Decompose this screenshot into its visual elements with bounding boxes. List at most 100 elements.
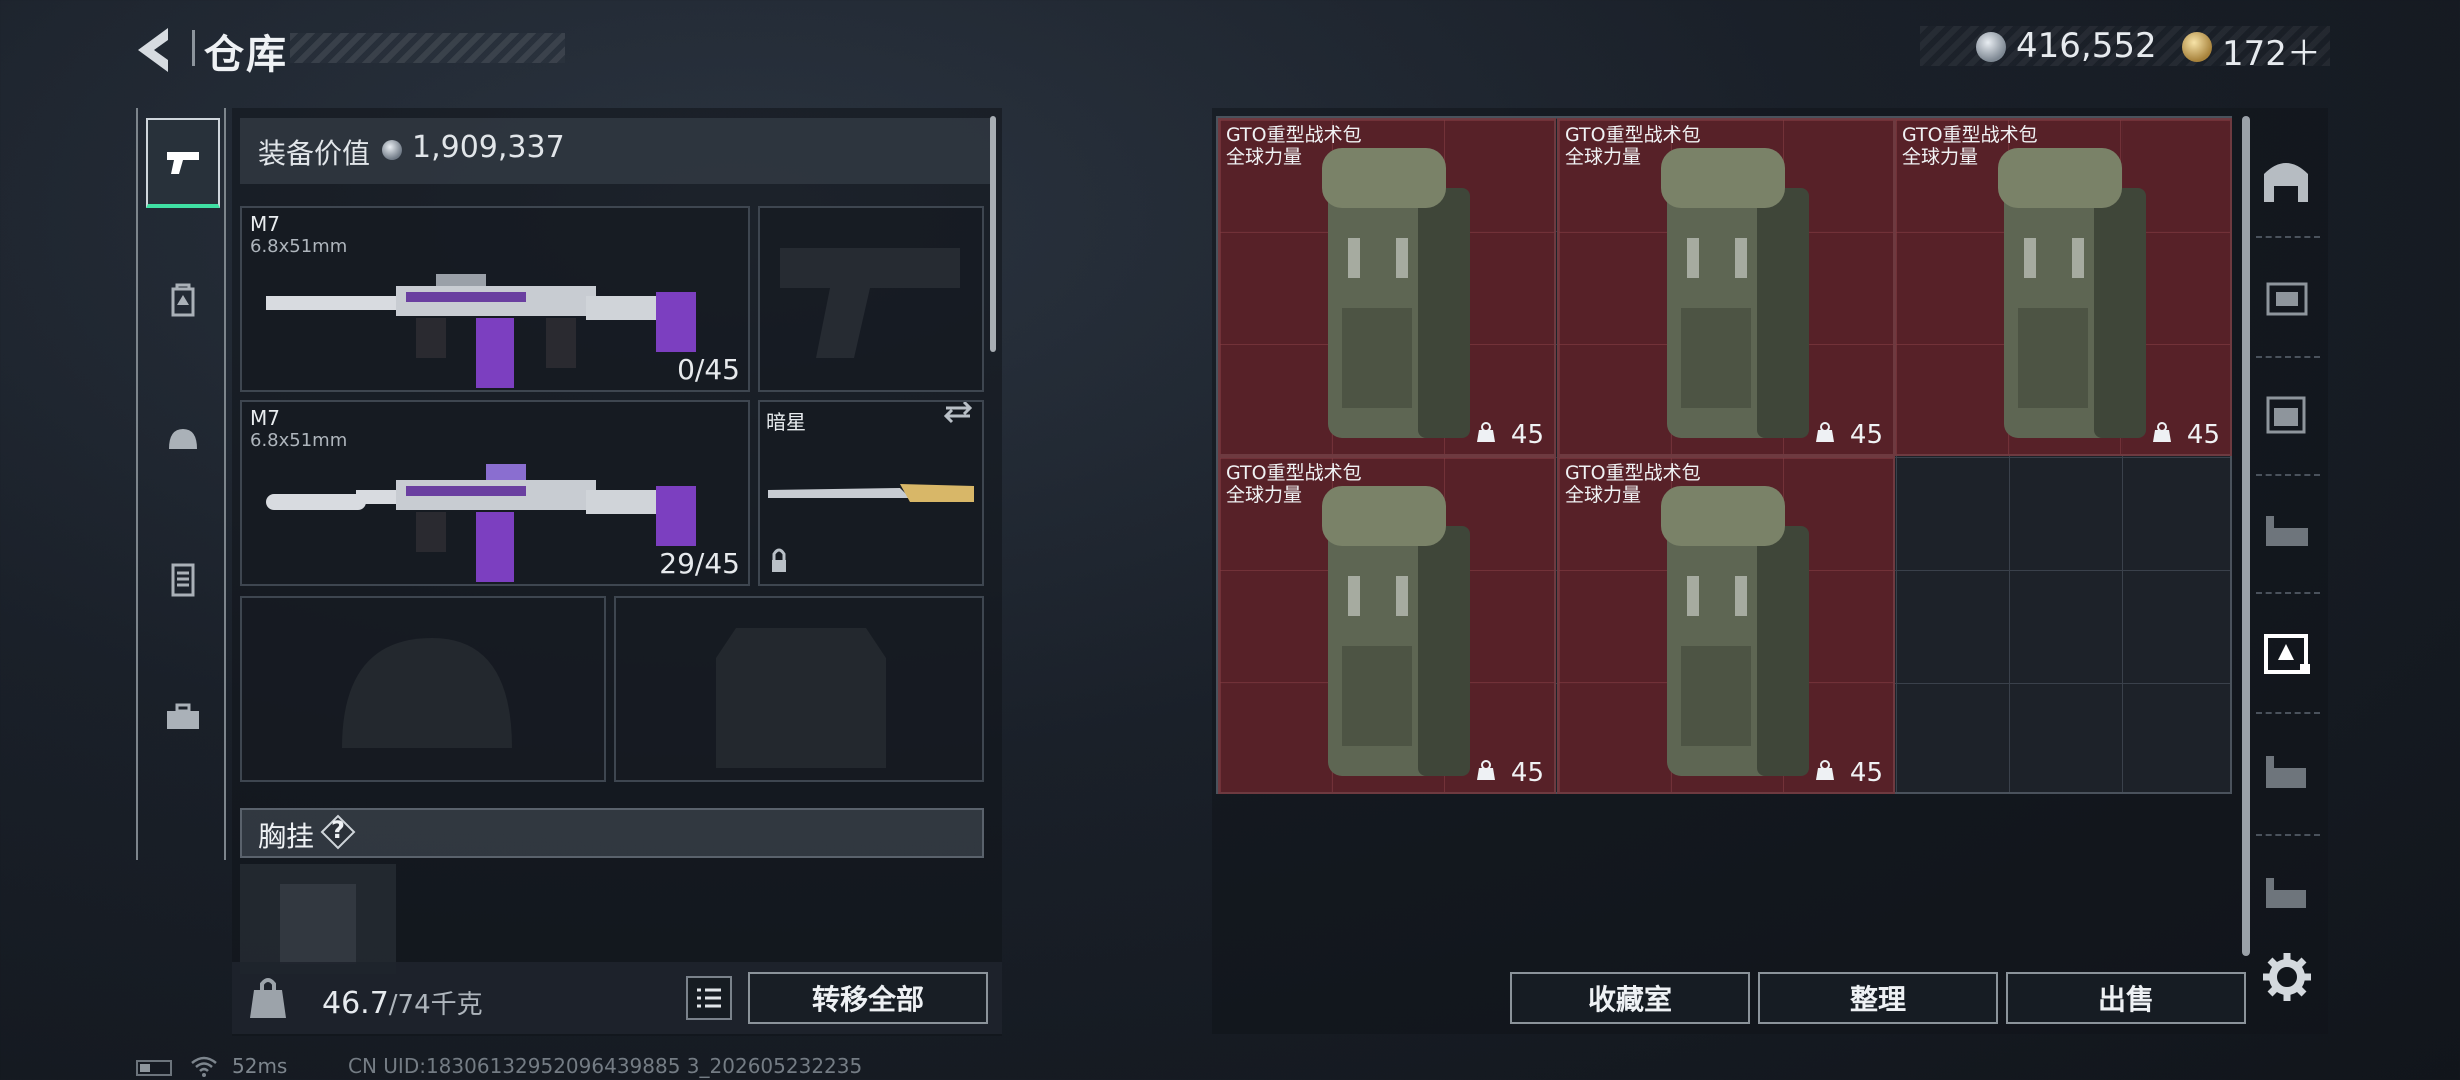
back-arrow-icon [138, 28, 168, 72]
storage-scrollbar[interactable] [2242, 116, 2250, 956]
weight-current: 46.7 [322, 986, 389, 1021]
weight-small-icon [1816, 422, 1834, 442]
chest-rig-silhouette-icon [280, 884, 356, 964]
rail-item-backpack[interactable] [146, 256, 220, 346]
pistol-icon [167, 152, 199, 174]
ammo-count: 29/45 [659, 547, 740, 580]
settings-button[interactable] [2260, 950, 2314, 1004]
rail-item-helmet[interactable] [146, 396, 220, 486]
help-mark: ? [331, 816, 345, 844]
item-quantity: 45 [1849, 420, 1883, 450]
storage-tier-3c-icon [2266, 878, 2306, 908]
storage-item[interactable]: GTO重型战术包 全球力量 45 [1218, 456, 1556, 794]
storage-item[interactable]: GTO重型战术包 全球力量 45 [1557, 456, 1895, 794]
item-quantity: 45 [1849, 758, 1883, 788]
storage-tab-tier-3c[interactable] [2252, 856, 2320, 936]
silver-coin-icon [382, 140, 402, 160]
transfer-all-button[interactable]: 转移全部 [748, 972, 988, 1024]
storage-tab-tier-3[interactable] [2252, 492, 2320, 572]
wifi-icon [190, 1054, 218, 1078]
melee-slot[interactable]: 暗星 [758, 400, 984, 586]
weight-readout: 46.7/74千克 [322, 984, 483, 1021]
list-icon [697, 988, 721, 1008]
rail-separator [2256, 592, 2320, 594]
back-button[interactable] [130, 22, 180, 78]
armor-silhouette-icon [716, 628, 886, 768]
rail-item-toolbox[interactable] [146, 672, 220, 762]
storage-tab-box[interactable] [2252, 374, 2320, 454]
rail-separator [2256, 474, 2320, 476]
gold-amount[interactable]: 172＋ [2222, 26, 2321, 75]
item-quantity: 45 [1510, 420, 1544, 450]
helmet-icon [169, 429, 197, 449]
item-subtitle: 全球力量 [1226, 146, 1303, 168]
storage-item[interactable]: GTO重型战术包 全球力量 45 [1218, 118, 1556, 456]
sort-button[interactable]: 整理 [1758, 972, 1998, 1024]
rail-item-vest[interactable] [146, 534, 220, 624]
swap-icon [943, 402, 973, 424]
equipment-scrollbar[interactable] [990, 116, 996, 352]
storage-tier-4-icon [2266, 282, 2308, 316]
storage-item[interactable]: GTO重型战术包 全球力量 45 [1894, 118, 2232, 456]
silver-amount: 416,552 [2016, 26, 2157, 66]
backpack-image [1322, 486, 1470, 776]
collection-room-button[interactable]: 收藏室 [1510, 972, 1750, 1024]
weight-small-icon [2153, 422, 2171, 442]
rail-separator [2256, 712, 2320, 714]
uid-text: CN UID:18306132952096439885 3_2026052322… [348, 1054, 863, 1078]
storage-box-icon [2266, 396, 2306, 434]
pistol-silhouette-icon [780, 248, 960, 358]
storage-tab-tier-3b[interactable] [2252, 734, 2320, 814]
equipment-value: 1,909,337 [412, 130, 565, 165]
page-title: 仓库 [204, 32, 288, 78]
sell-button[interactable]: 出售 [2006, 972, 2246, 1024]
weight-small-icon [1477, 422, 1495, 442]
gold-coin-icon [2182, 32, 2212, 62]
storage-item[interactable]: GTO重型战术包 全球力量 45 [1557, 118, 1895, 456]
weight-small-icon [1816, 760, 1834, 780]
rail-item-weapons[interactable] [146, 118, 220, 208]
rifle-image [266, 464, 696, 582]
backpack-image [1322, 148, 1470, 438]
primary-weapon-slot-1[interactable]: M7 6.8x51mm 0/45 [240, 206, 750, 392]
silver-coin-icon [1976, 32, 2006, 62]
item-subtitle: 全球力量 [1902, 146, 1979, 168]
backpack-image [1998, 148, 2146, 438]
weapon-name: M7 [250, 406, 280, 430]
primary-weapon-slot-2[interactable]: M7 6.8x51mm 29/45 [240, 400, 750, 586]
equipment-value-label: 装备价值 [258, 137, 371, 170]
item-quantity: 45 [1510, 758, 1544, 788]
item-subtitle: 全球力量 [1565, 146, 1642, 168]
helmet-silhouette-icon [342, 638, 512, 748]
ammo-count: 0/45 [677, 353, 740, 386]
storage-tier-3-icon [2266, 516, 2308, 546]
category-rail [136, 108, 226, 860]
rifle-image [266, 274, 696, 388]
list-view-button[interactable] [686, 976, 732, 1020]
chest-rig-label: 胸挂 [258, 820, 315, 853]
title-stripe [290, 33, 565, 63]
chest-rig-slot[interactable] [240, 864, 396, 974]
toolbox-icon [167, 703, 199, 729]
gear-icon [2263, 953, 2311, 1001]
armor-slot[interactable] [614, 596, 984, 782]
item-subtitle: 全球力量 [1565, 484, 1642, 506]
vest-icon [171, 563, 195, 597]
storage-tab-room[interactable] [2252, 140, 2320, 220]
storage-tab-tier-4[interactable] [2252, 256, 2320, 336]
sidearm-slot[interactable] [758, 206, 984, 392]
ping-readout: 52ms [232, 1054, 288, 1078]
helmet-slot[interactable] [240, 596, 606, 782]
backpack-image [1661, 486, 1809, 776]
backpack-icon [171, 283, 195, 317]
rail-separator [2256, 236, 2320, 238]
help-button[interactable]: ? [318, 814, 358, 850]
item-subtitle: 全球力量 [1226, 484, 1303, 506]
weapon-name: M7 [250, 212, 280, 236]
weight-small-icon [1477, 760, 1495, 780]
rail-separator [2256, 834, 2320, 836]
storage-room-icon [2264, 163, 2308, 202]
item-quantity: 45 [2186, 420, 2220, 450]
battery-level [140, 1064, 150, 1072]
storage-tab-selected[interactable] [2252, 612, 2320, 692]
